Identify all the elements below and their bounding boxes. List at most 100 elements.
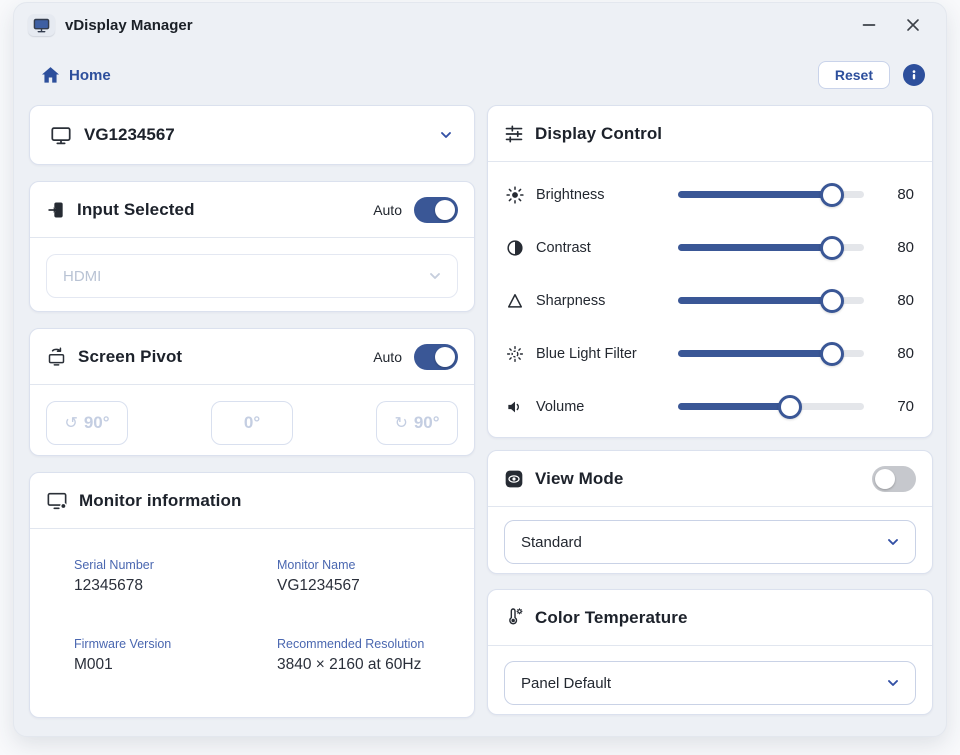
slider-label: Contrast [536,240,668,256]
field-label: Recommended Resolution [277,637,464,651]
input-selected-card: Input Selected Auto HDMI [29,181,475,312]
device-name: VG1234567 [84,125,175,145]
blue-light-filter-slider[interactable] [678,341,864,367]
color-temperature-header: Color Temperature [488,590,932,646]
field-label: Firmware Version [74,637,277,651]
color-temperature-icon [504,607,524,628]
rotate-0-button: 0° [211,401,293,445]
sharpness-icon [504,291,526,311]
screen-pivot-header: Screen Pivot Auto [30,329,474,385]
home-link[interactable]: Home [41,66,111,84]
color-temperature-dropdown[interactable]: Panel Default [504,661,916,705]
field-value: M001 [74,656,277,674]
field-label: Monitor Name [277,558,464,572]
view-mode-icon [504,469,524,489]
slider-value: 70 [880,398,914,415]
app-icon [28,14,55,36]
slider-label: Blue Light Filter [536,346,668,362]
chevron-down-icon [427,268,443,284]
info-field-firmware: Firmware Version M001 [74,637,277,674]
slider-value: 80 [880,292,914,309]
input-source-value: HDMI [63,268,101,285]
contrast-icon [504,238,526,258]
device-selector[interactable]: VG1234567 [29,105,475,165]
monitor-info-card: Monitor information Serial Number 123456… [29,472,475,718]
slider-thumb[interactable] [820,342,844,366]
display-control-title: Display Control [535,124,662,144]
slider-label: Volume [536,399,668,415]
screen-pivot-title: Screen Pivot [78,347,182,367]
brightness-row: Brightness 80 [504,168,914,221]
field-label: Serial Number [74,558,277,572]
blue-light-filter-icon [504,344,526,364]
screen-pivot-card: Screen Pivot Auto ↺ 90° 0° ↻ 90° [29,328,475,456]
window-title: vDisplay Manager [65,17,193,34]
view-mode-toggle[interactable] [872,466,916,492]
input-source-icon [46,200,66,220]
color-temperature-card: Color Temperature Panel Default [487,589,933,715]
rotate-cw-icon: ↻ [394,413,407,433]
slider-label: Brightness [536,187,668,203]
sliders-icon [504,124,524,144]
slider-thumb[interactable] [820,289,844,313]
monitor-icon [50,125,72,146]
slider-value: 80 [880,186,914,203]
pivot-auto-toggle[interactable] [414,344,458,370]
app-window: vDisplay Manager Home Reset [13,2,947,737]
slider-value: 80 [880,239,914,256]
minimize-button[interactable] [854,11,884,39]
sharpness-row: Sharpness 80 [504,274,914,327]
info-field-name: Monitor Name VG1234567 [277,558,464,595]
slider-thumb[interactable] [820,236,844,260]
rotate-ccw-90-button: ↺ 90° [46,401,128,445]
contrast-slider[interactable] [678,235,864,261]
monitor-info-title: Monitor information [79,491,241,511]
input-auto-toggle[interactable] [414,197,458,223]
chevron-down-icon [885,534,901,550]
color-temperature-value: Panel Default [521,675,611,692]
reset-button[interactable]: Reset [818,61,890,89]
rotate-ccw-icon: ↺ [64,413,77,433]
screen-pivot-icon [46,346,67,367]
pivot-auto-label: Auto [373,349,402,365]
view-mode-card: View Mode Standard [487,450,933,574]
info-icon[interactable] [903,64,925,86]
view-mode-dropdown[interactable]: Standard [504,520,916,564]
home-icon [41,66,60,84]
slider-thumb[interactable] [778,395,802,419]
home-label: Home [69,67,111,84]
field-value: VG1234567 [277,577,464,595]
slider-value: 80 [880,345,914,362]
view-mode-title: View Mode [535,469,623,489]
field-value: 12345678 [74,577,277,595]
view-mode-header: View Mode [488,451,932,507]
monitor-info-header: Monitor information [30,473,474,529]
contrast-row: Contrast 80 [504,221,914,274]
volume-slider[interactable] [678,394,864,420]
display-control-card: Display Control Brightness 80 [487,105,933,438]
slider-thumb[interactable] [820,183,844,207]
field-value: 3840 × 2160 at 60Hz [277,656,464,674]
sharpness-slider[interactable] [678,288,864,314]
volume-icon [504,397,526,417]
view-mode-value: Standard [521,534,582,551]
chevron-down-icon [885,675,901,691]
rotate-cw-90-button: ↻ 90° [376,401,458,445]
info-field-resolution: Recommended Resolution 3840 × 2160 at 60… [277,637,464,674]
display-control-header: Display Control [488,106,932,162]
close-button[interactable] [898,11,928,39]
brightness-slider[interactable] [678,182,864,208]
monitor-info-icon [46,491,68,511]
color-temperature-title: Color Temperature [535,608,688,628]
input-source-dropdown: HDMI [46,254,458,298]
title-bar: vDisplay Manager [14,3,946,47]
blue-light-filter-row: Blue Light Filter 80 [504,327,914,380]
input-auto-label: Auto [373,202,402,218]
info-field-serial: Serial Number 12345678 [74,558,277,595]
header-row: Home Reset [14,61,946,89]
volume-row: Volume 70 [504,380,914,433]
input-selected-title: Input Selected [77,200,195,220]
slider-label: Sharpness [536,293,668,309]
brightness-icon [504,185,526,205]
input-selected-header: Input Selected Auto [30,182,474,238]
